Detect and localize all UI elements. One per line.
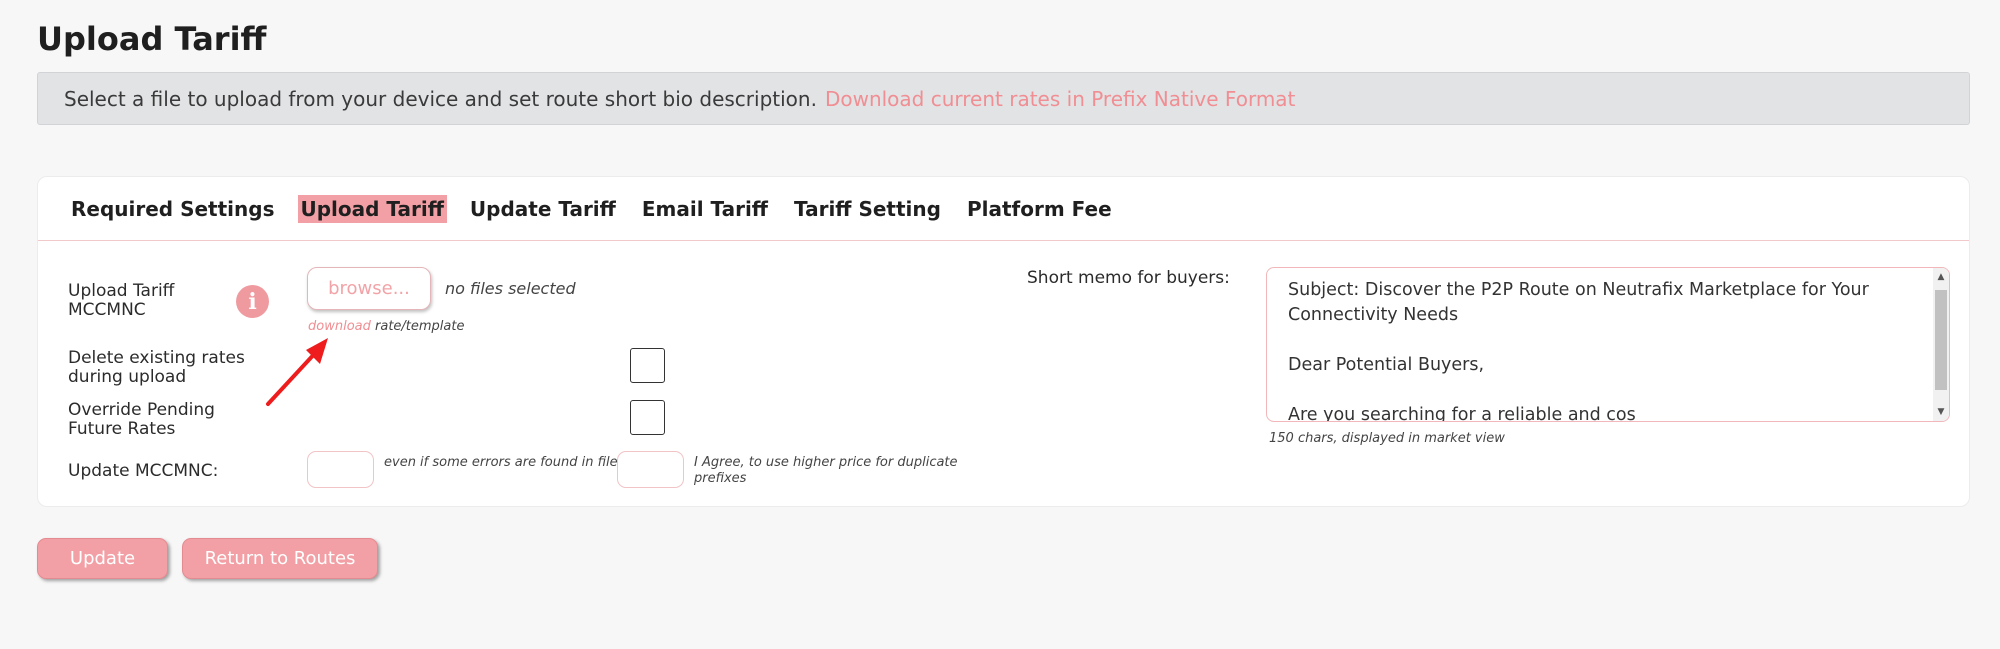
- override-rates-label: Override Pending Future Rates: [68, 400, 215, 439]
- update-mccmnc-label: Update MCCMNC:: [68, 461, 219, 481]
- download-template-link[interactable]: download: [308, 319, 371, 334]
- memo-textarea[interactable]: Subject: Discover the P2P Route on Neutr…: [1266, 267, 1950, 422]
- update-mccmnc-toggle[interactable]: [307, 451, 374, 488]
- browse-button[interactable]: browse...: [307, 267, 431, 310]
- errors-note: even if some errors are found in file: [384, 455, 618, 470]
- download-template: download rate/template: [308, 319, 464, 334]
- tab-tariff-setting[interactable]: Tariff Setting: [791, 195, 944, 223]
- delete-rates-label: Delete existing rates during upload: [68, 348, 245, 387]
- agree-toggle[interactable]: [617, 451, 684, 488]
- tab-upload-tariff[interactable]: Upload Tariff: [297, 194, 447, 223]
- annotation-arrow-icon: [266, 338, 328, 406]
- tab-update-tariff[interactable]: Update Tariff: [467, 195, 619, 223]
- page-title: Upload Tariff: [37, 20, 267, 58]
- update-button[interactable]: Update: [37, 538, 168, 579]
- no-files-text: no files selected: [445, 279, 576, 298]
- tab-bar: Required Settings Upload Tariff Update T…: [38, 177, 1969, 241]
- tab-email-tariff[interactable]: Email Tariff: [639, 195, 771, 223]
- info-bar-text: Select a file to upload from your device…: [64, 86, 817, 111]
- memo-label: Short memo for buyers:: [1027, 268, 1230, 288]
- agree-note: I Agree, to use higher price for duplica…: [694, 455, 958, 486]
- info-bar: Select a file to upload from your device…: [37, 72, 1970, 125]
- upload-tariff-label: Upload Tariff MCCMNC: [68, 281, 175, 320]
- memo-scrollbar[interactable]: ▲ ▼: [1933, 268, 1949, 421]
- download-rates-link[interactable]: Download current rates in Prefix Native …: [825, 87, 1295, 111]
- delete-rates-checkbox[interactable]: [630, 348, 665, 383]
- scroll-up-icon[interactable]: ▲: [1933, 270, 1949, 284]
- chars-note: 150 chars, displayed in market view: [1269, 431, 1505, 446]
- override-rates-checkbox[interactable]: [630, 400, 665, 435]
- scroll-down-icon[interactable]: ▼: [1933, 405, 1949, 419]
- download-template-text: rate/template: [370, 319, 465, 334]
- memo-text[interactable]: Subject: Discover the P2P Route on Neutr…: [1288, 278, 1908, 421]
- tab-required-settings[interactable]: Required Settings: [68, 195, 278, 223]
- info-icon[interactable]: i: [236, 285, 269, 318]
- return-to-routes-button[interactable]: Return to Routes: [182, 538, 378, 579]
- tab-platform-fee[interactable]: Platform Fee: [964, 195, 1115, 223]
- scroll-thumb[interactable]: [1935, 290, 1947, 390]
